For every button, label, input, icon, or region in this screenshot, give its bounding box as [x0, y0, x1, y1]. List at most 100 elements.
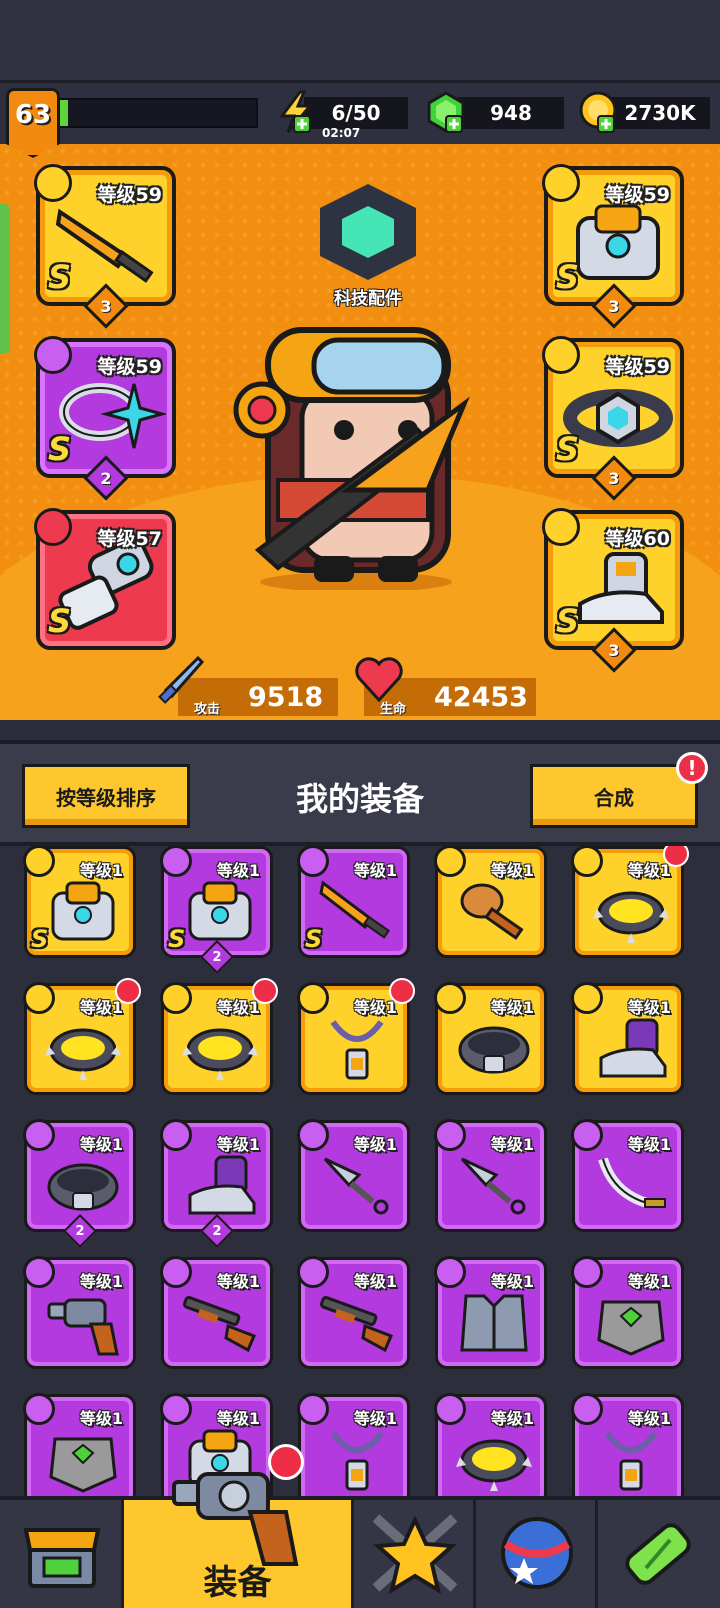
inventory-item[interactable]: 等级1: [434, 982, 547, 1095]
sort-by-level-button[interactable]: 按等级排序: [22, 764, 190, 828]
xp-bar-fill: [60, 100, 68, 126]
equip-slot-weapon[interactable]: 等级59 S 3: [34, 164, 176, 329]
inventory-item[interactable]: 等级1 S: [23, 846, 136, 958]
gloves-type-icon: [34, 508, 72, 546]
inventory-item[interactable]: 等级1: [160, 978, 278, 1095]
sword-icon: [56, 208, 154, 283]
slot-grade: S: [48, 258, 72, 296]
nav-tab-battle[interactable]: [354, 1500, 476, 1608]
inventory-title: 我的装备: [295, 780, 424, 818]
collar-icon: [593, 891, 669, 943]
inventory-grid: 等级1 S 等级1 S 2 等级1 S 等级1 等级1 等级1 等级1 等级1 等级1 等级1 等级1 2 等级…: [0, 846, 720, 1496]
shotgun-icon: [319, 1296, 393, 1353]
item-type-icon: [23, 846, 55, 877]
inventory-item[interactable]: 等级1 2: [23, 1119, 136, 1248]
equip-slot-ring[interactable]: 等级59 S 2: [34, 336, 176, 501]
item-stars-badge: 2: [200, 1214, 234, 1248]
slot-stars: 3: [608, 640, 620, 660]
slot-level: 等级59: [605, 356, 670, 378]
inventory-item[interactable]: 等级1 S: [297, 846, 410, 958]
slot-stars: 3: [100, 296, 112, 316]
nav-tab-shop[interactable]: [0, 1500, 124, 1608]
inventory-item[interactable]: 等级1: [434, 1393, 547, 1496]
inventory-item[interactable]: 等级1: [434, 1119, 547, 1232]
boots-type-icon: [542, 508, 580, 546]
inventory-item[interactable]: 等级1: [297, 1256, 410, 1369]
gem-icon[interactable]: [424, 90, 468, 134]
item-grade: S: [31, 925, 49, 953]
inventory-item[interactable]: 等级1: [571, 1119, 684, 1232]
inventory-item[interactable]: 等级1: [434, 1256, 547, 1369]
item-type-icon: [160, 982, 192, 1014]
slot-grade: S: [48, 430, 72, 468]
item-level: 等级1: [490, 1409, 534, 1428]
item-stars-badge: 2: [200, 940, 234, 974]
item-level: 等级1: [79, 1135, 123, 1154]
inventory-item[interactable]: 等级1: [571, 846, 689, 958]
side-tab[interactable]: [0, 204, 10, 354]
inventory-item[interactable]: 等级1 S 2: [160, 846, 273, 974]
armor-icon: [576, 204, 660, 280]
coin-icon[interactable]: [578, 90, 622, 134]
coin-counter: 2730K: [610, 97, 710, 129]
item-type-icon: [23, 982, 55, 1014]
inventory-item[interactable]: 等级1: [23, 978, 141, 1095]
dna-capsule-icon: [625, 1523, 691, 1585]
kunai-icon: [323, 1157, 389, 1215]
belt-icon: [47, 1163, 119, 1211]
belt-type-icon: [542, 336, 580, 374]
item-type-icon: [434, 1119, 466, 1151]
item-type-icon: [434, 1256, 466, 1288]
coin-value: 2730K: [624, 101, 696, 125]
xp-bar: [58, 98, 258, 128]
inventory-item[interactable]: 等级1: [297, 978, 415, 1095]
slot-level: 等级57: [97, 528, 162, 550]
merge-button[interactable]: 合成: [530, 764, 698, 828]
slot-grade: S: [48, 602, 72, 640]
equip-slot-belt[interactable]: 等级59 S 3: [542, 336, 684, 501]
amulet-icon: [330, 1431, 384, 1491]
inventory-item[interactable]: 等级1: [160, 1256, 273, 1369]
inventory-item[interactable]: 等级1: [23, 1256, 136, 1369]
item-level: 等级1: [490, 998, 534, 1017]
item-type-icon: [160, 1119, 192, 1151]
energy-icon[interactable]: [274, 90, 318, 134]
inventory-item[interactable]: 等级1: [434, 846, 547, 958]
battle-star-icon: [372, 1514, 458, 1595]
merge-label: 合成: [594, 785, 634, 810]
inventory-item[interactable]: 等级1: [571, 1256, 684, 1369]
item-type-icon: [434, 846, 466, 877]
player-level: 63: [14, 100, 52, 130]
item-type-icon: [23, 1119, 55, 1151]
equip-slot-gloves[interactable]: 等级57 S: [34, 508, 176, 650]
game-screen: 63 6/50 02:07 948 2730K 科技配件 等级59 S 3 等级…: [0, 0, 720, 1608]
inventory-item[interactable]: 等级1: [297, 1119, 410, 1232]
inventory-item[interactable]: 等级1 2: [160, 1119, 273, 1248]
equip-slot-armor[interactable]: 等级59 S 3: [542, 164, 684, 329]
rock-armor-icon: [49, 1437, 117, 1493]
slot-grade: S: [556, 602, 580, 640]
inventory-item[interactable]: 等级1: [297, 1393, 410, 1496]
hero-panel: 科技配件 等级59 S 3 等级59 S 2 等级57 S 等级59 S 3 等…: [0, 144, 720, 720]
equip-slot-boots[interactable]: 等级60 S 3: [542, 508, 684, 673]
belt-icon: [458, 1026, 530, 1074]
new-item-dot: [389, 978, 415, 1004]
item-level: 等级1: [627, 1135, 671, 1154]
inventory-header: 按等级排序 我的装备 合成: [0, 740, 720, 846]
item-type-icon: [434, 982, 466, 1014]
shotgun-icon: [182, 1296, 256, 1353]
player-level-badge[interactable]: 63: [6, 88, 60, 158]
item-grade: S: [168, 925, 186, 953]
slot-stars: 2: [100, 468, 112, 488]
item-level: 等级1: [216, 1135, 260, 1154]
nav-tab-talents[interactable]: [476, 1500, 598, 1608]
new-item-dot: [663, 846, 689, 867]
item-type-icon: [160, 1393, 192, 1425]
inventory-item[interactable]: 等级1: [571, 982, 684, 1095]
tech-parts-button[interactable]: 科技配件: [318, 184, 418, 309]
item-type-icon: [23, 1256, 55, 1288]
inventory-item[interactable]: 等级1: [571, 1393, 684, 1496]
gauntlet-icon: [58, 544, 154, 630]
inventory-item[interactable]: 等级1: [23, 1393, 136, 1496]
nav-tab-evolve[interactable]: [598, 1500, 720, 1608]
